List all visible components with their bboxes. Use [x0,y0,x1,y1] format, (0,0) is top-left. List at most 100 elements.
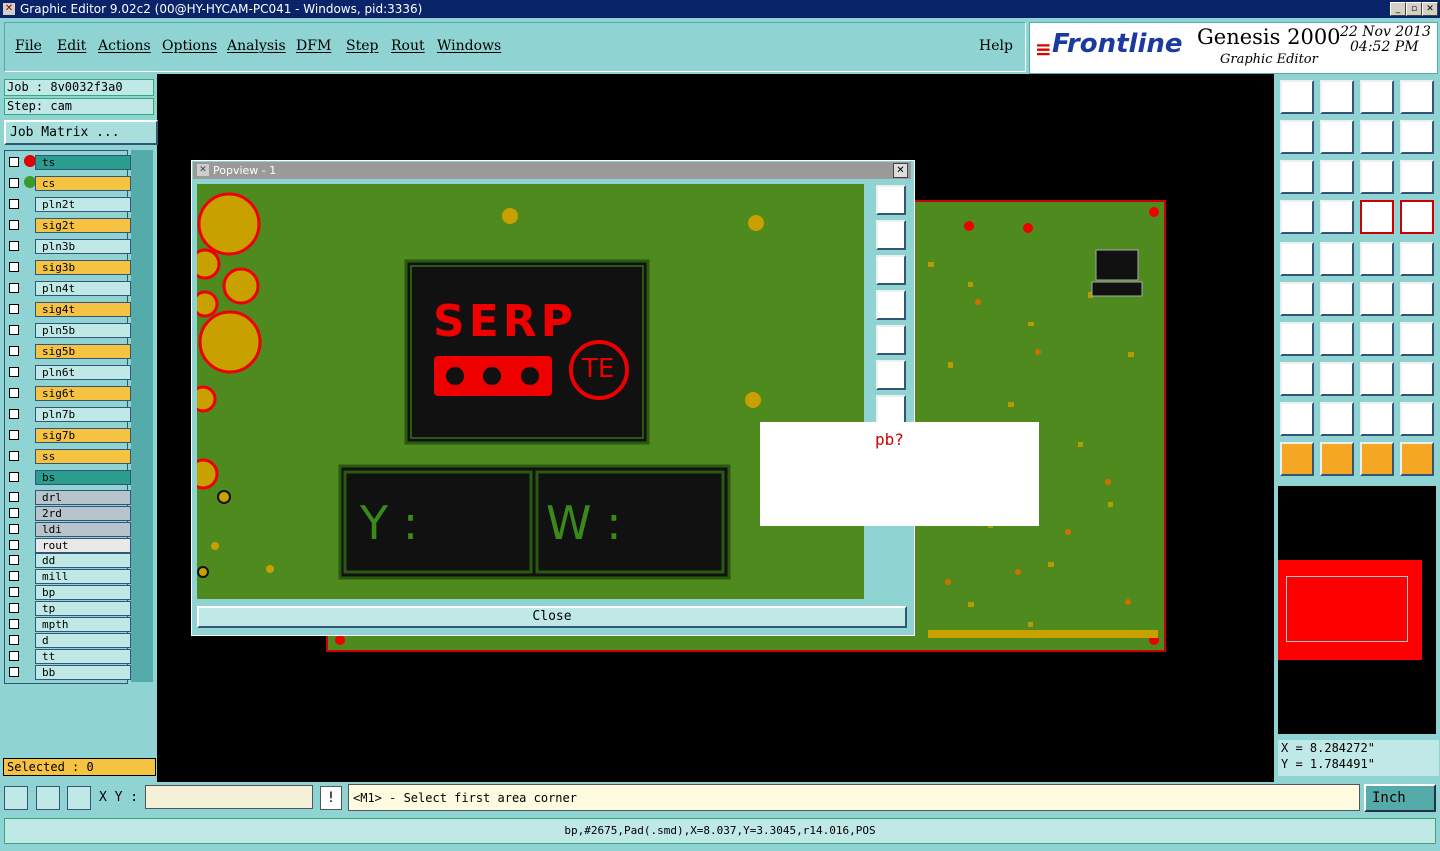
pointer-c-icon[interactable] [1360,442,1394,476]
help-icon[interactable] [1400,160,1434,194]
layer-row-2rd[interactable]: 2rd [5,506,131,521]
pointer-b-icon[interactable] [1320,442,1354,476]
snap-red-icon[interactable] [1400,200,1434,234]
layer-checkbox[interactable] [9,199,19,209]
scale-icon[interactable] [1360,160,1394,194]
zoom-fit-icon[interactable] [1360,120,1394,154]
overview-map[interactable] [1278,486,1436,734]
layer-checkbox[interactable] [9,635,19,645]
alert-button[interactable]: ! [320,786,342,810]
layer-checkbox[interactable] [9,492,19,502]
minimize-button[interactable]: _ [1390,2,1406,16]
menu-rout[interactable]: Rout [391,38,425,54]
layer-scrollbar[interactable] [131,150,153,682]
shape-c-icon[interactable] [1360,402,1394,436]
shape-b-icon[interactable] [1320,402,1354,436]
point-a-icon[interactable] [1360,282,1394,316]
unit-select[interactable]: Inch [1364,784,1436,812]
layer-row-pln2t[interactable]: pln2t [5,197,131,212]
pad-icon[interactable] [1280,362,1314,396]
layer-row-d[interactable]: d [5,633,131,648]
line-icon[interactable] [1320,322,1354,356]
layer-row-tt[interactable]: tt [5,649,131,664]
layer-checkbox[interactable] [9,603,19,613]
ruler-icon[interactable] [1360,242,1394,276]
layer-row-sig3b[interactable]: sig3b [5,260,131,275]
layer-row-bp[interactable]: bp [5,585,131,600]
shape-d-icon[interactable] [1400,402,1434,436]
layer-checkbox[interactable] [9,241,19,251]
job-matrix-button[interactable]: Job Matrix ... [4,120,158,145]
popview-close-button[interactable]: Close [197,606,907,628]
layer-checkbox[interactable] [9,667,19,677]
layer-checkbox[interactable] [9,388,19,398]
layer-checkbox[interactable] [9,451,19,461]
menu-help[interactable]: Help [979,38,1013,54]
select-icon[interactable] [1280,242,1314,276]
layer-checkbox[interactable] [9,430,19,440]
shape-a-icon[interactable] [1280,402,1314,436]
arc-icon[interactable] [1360,322,1394,356]
layer-row-dd[interactable]: dd [5,553,131,568]
menu-step[interactable]: Step [346,38,378,54]
layer-checkbox[interactable] [9,409,19,419]
layer-row-rout[interactable]: rout [5,538,131,553]
layer-checkbox[interactable] [9,540,19,550]
layer-checkbox[interactable] [9,571,19,581]
home-icon[interactable] [1360,80,1394,114]
layer-checkbox[interactable] [9,367,19,377]
center-icon[interactable] [1320,160,1354,194]
pan-right-icon[interactable] [1320,120,1354,154]
popview-tool-4-icon[interactable] [876,290,906,320]
layer-row-drl[interactable]: drl [5,490,131,505]
layer-row-pln7b[interactable]: pln7b [5,407,131,422]
layer-checkbox[interactable] [9,283,19,293]
point-b-icon[interactable] [1400,282,1434,316]
draw-icon[interactable] [1320,242,1354,276]
move-icon[interactable] [1320,282,1354,316]
layer-row-mpth[interactable]: mpth [5,617,131,632]
layers-icon[interactable] [1280,200,1314,234]
layer-checkbox[interactable] [9,555,19,565]
layer-row-pln6t[interactable]: pln6t [5,365,131,380]
layer-row-ts[interactable]: ts [5,155,131,170]
popview-close-icon[interactable]: ✕ [893,163,908,178]
layer-row-ldi[interactable]: ldi [5,522,131,537]
layer-row-pln4t[interactable]: pln4t [5,281,131,296]
fit-screen-icon[interactable] [1280,160,1314,194]
zoom-out-icon[interactable] [1400,120,1434,154]
menu-options[interactable]: Options [162,38,217,54]
layer-row-bb[interactable]: bb [5,665,131,680]
layer-row-sig4t[interactable]: sig4t [5,302,131,317]
measure-icon[interactable] [36,786,60,810]
layer-row-pln3b[interactable]: pln3b [5,239,131,254]
angle-icon[interactable] [1280,322,1314,356]
layer-checkbox[interactable] [9,262,19,272]
layer-checkbox[interactable] [9,178,19,188]
layer-checkbox[interactable] [9,157,19,167]
layer-row-mill[interactable]: mill [5,569,131,584]
grid-icon[interactable] [1320,200,1354,234]
popview-canvas[interactable]: SERP TE Y : W : [197,184,864,599]
layer-checkbox[interactable] [9,346,19,356]
menu-analysis[interactable]: Analysis [227,38,286,54]
layer-checkbox[interactable] [9,220,19,230]
dot-icon[interactable] [1400,242,1434,276]
layer-row-ss[interactable]: ss [5,449,131,464]
group-icon[interactable] [1400,362,1434,396]
pointer-icon[interactable] [1280,442,1314,476]
flip-icon[interactable] [1320,362,1354,396]
popview-tool-2-icon[interactable] [876,220,906,250]
snap-icon[interactable] [4,786,28,810]
node-icon[interactable] [1280,282,1314,316]
popview-tool-1-icon[interactable] [876,185,906,215]
grid-icon[interactable] [67,786,91,810]
xy-input[interactable] [145,785,313,809]
layer-row-bs[interactable]: bs [5,470,131,485]
layer-checkbox[interactable] [9,619,19,629]
layer-checkbox[interactable] [9,524,19,534]
layer-checkbox[interactable] [9,508,19,518]
layer-row-sig6t[interactable]: sig6t [5,386,131,401]
pan-left-icon[interactable] [1280,120,1314,154]
layer-row-sig5b[interactable]: sig5b [5,344,131,359]
